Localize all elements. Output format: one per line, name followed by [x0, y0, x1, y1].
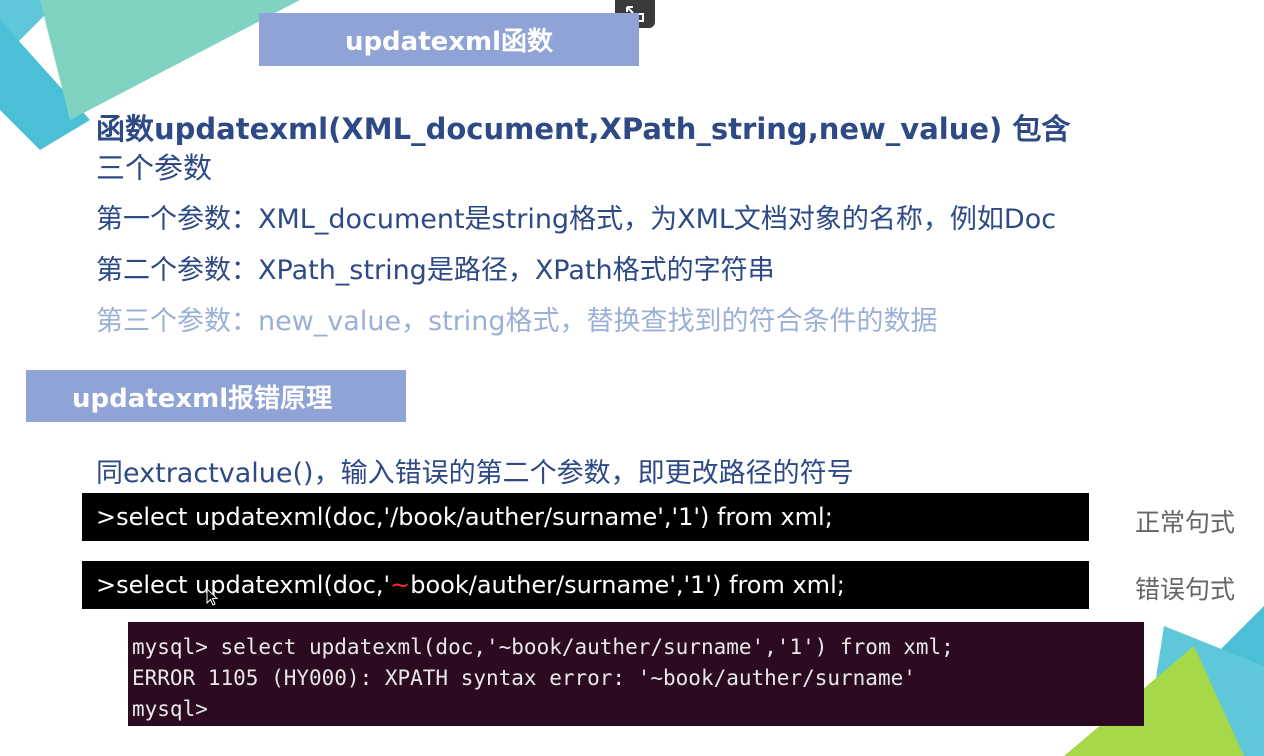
- function-signature-continued: 三个参数: [96, 151, 213, 185]
- error-syntax-label: 错误句式: [1135, 575, 1236, 604]
- error-sql-prefix: >select updatexml(doc,': [96, 571, 391, 599]
- parameter-3-description: 第三个参数：new_value，string格式，替换查找到的符合条件的数据: [96, 306, 938, 337]
- presentation-slide: updatexml函数 函数updatexml(XML_document,XPa…: [0, 0, 1264, 756]
- parameter-2-description: 第二个参数：XPath_string是路径，XPath格式的字符串: [96, 255, 775, 286]
- terminal-line-prompt: mysql>: [132, 697, 208, 721]
- normal-sql-text: >select updatexml(doc,'/book/auther/surn…: [96, 503, 833, 531]
- mysql-terminal-output: mysql> select updatexml(doc,'~book/authe…: [128, 622, 1144, 726]
- error-sql-command: >select updatexml(doc,' ~ book/auther/surn…: [82, 561, 1089, 609]
- section-header-updatexml: updatexml函数: [259, 13, 639, 66]
- mouse-cursor-icon: [206, 588, 219, 606]
- error-sql-tilde: ~: [390, 571, 411, 599]
- function-signature-line: 函数updatexml(XML_document,XPath_string,ne…: [96, 112, 1071, 146]
- section-header-error-principle: updatexml报错原理: [26, 370, 406, 422]
- error-sql-suffix: book/auther/surname','1') from xml;: [410, 571, 845, 599]
- section-header-text: updatexml报错原理: [72, 383, 333, 414]
- principle-description: 同extractvalue()，输入错误的第二个参数，即更改路径的符号: [96, 458, 854, 489]
- section-header-text: updatexml函数: [344, 27, 554, 57]
- terminal-line-error: ERROR 1105 (HY000): XPATH syntax error: …: [132, 666, 916, 690]
- parameter-1-description: 第一个参数：XML_document是string格式，为XML文档对象的名称，…: [96, 204, 1057, 235]
- normal-syntax-label: 正常句式: [1135, 508, 1236, 537]
- normal-sql-command: >select updatexml(doc,'/book/auther/surn…: [82, 493, 1089, 541]
- terminal-line-command: mysql> select updatexml(doc,'~book/authe…: [132, 635, 954, 659]
